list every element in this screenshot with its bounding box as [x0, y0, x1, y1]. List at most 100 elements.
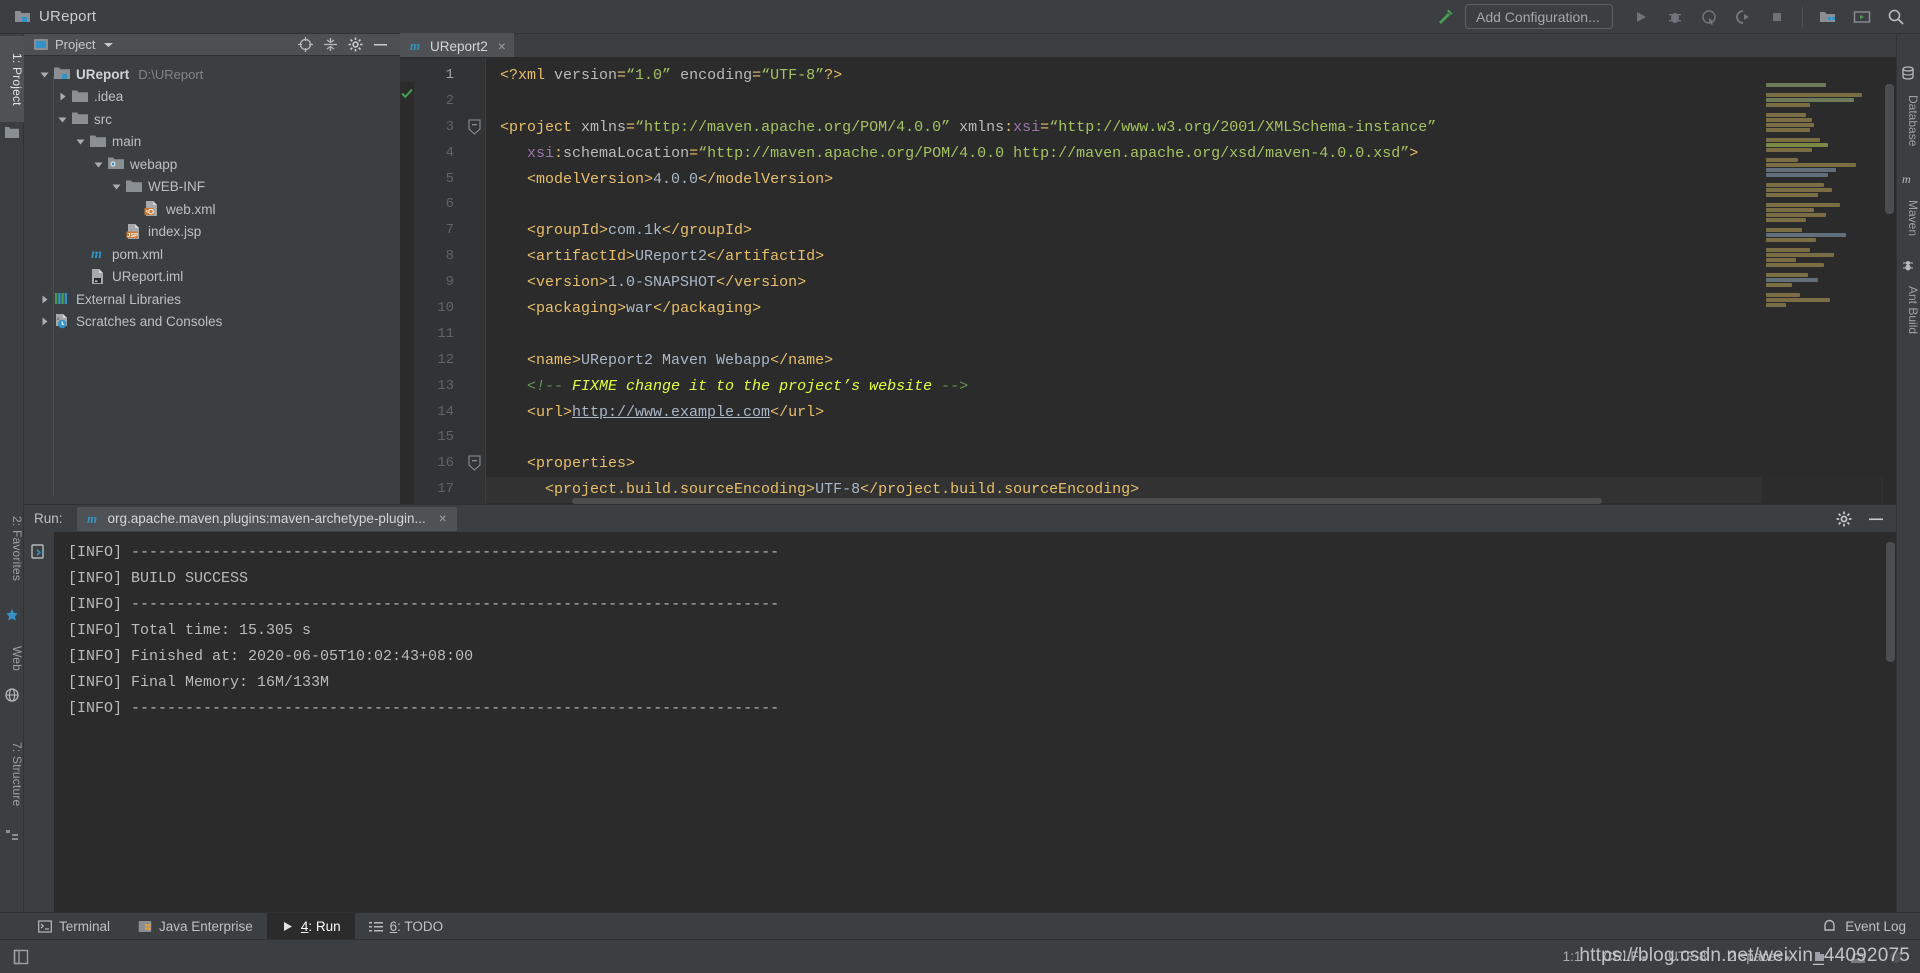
- web-tab-label: Web: [10, 646, 24, 672]
- right-tab-database[interactable]: Database: [1896, 84, 1920, 158]
- tree-node-web-inf[interactable]: WEB-INF: [24, 176, 400, 199]
- tree-node-ureport[interactable]: UReport D:\UReport: [24, 63, 400, 86]
- settings-icon[interactable]: [1836, 511, 1852, 527]
- code-token-link[interactable]: http://www.example.com: [572, 404, 770, 421]
- tree-node-pom-xml[interactable]: m pom.xml: [24, 243, 400, 266]
- collapse-all-icon[interactable]: [323, 37, 338, 52]
- code-line[interactable]: <modelVersion>4.0.0</modelVersion>: [486, 167, 1896, 193]
- open-terminal-icon[interactable]: [1848, 4, 1876, 30]
- sidebar-item-web[interactable]: Web: [0, 634, 24, 684]
- fold-cell[interactable]: [466, 115, 485, 141]
- stop-icon[interactable]: [1763, 4, 1791, 30]
- fold-collapse-icon[interactable]: [468, 455, 481, 472]
- locate-icon[interactable]: [298, 37, 313, 52]
- bottom-tab-run[interactable]: 4: Run: [266, 912, 355, 940]
- tree-node-main[interactable]: main: [24, 131, 400, 154]
- event-log-area[interactable]: Event Log: [1822, 919, 1920, 934]
- editor-vertical-scrollbar[interactable]: [1883, 82, 1896, 504]
- show-tool-windows-icon[interactable]: [12, 948, 30, 966]
- bottom-tab-terminal[interactable]: Terminal: [24, 913, 124, 940]
- tree-node-index-jsp[interactable]: JSP index.jsp: [24, 221, 400, 244]
- code-token-cmt: <!--: [527, 377, 573, 395]
- chevron-down-icon[interactable]: [92, 158, 105, 171]
- code-line[interactable]: <version>1.0-SNAPSHOT</version>: [486, 270, 1896, 296]
- code-token-val: “http://maven.apache.org/POM/4.0.0 http:…: [698, 144, 1410, 162]
- code-line[interactable]: <groupId>com.1k</groupId>: [486, 218, 1896, 244]
- right-tool-strip: Database m Maven Ant Build: [1896, 34, 1920, 939]
- code-line[interactable]: xsi:schemaLocation=“http://maven.apache.…: [486, 141, 1896, 167]
- minimap-line: [1766, 188, 1832, 192]
- hammer-icon[interactable]: [1431, 4, 1459, 30]
- sidebar-item-structure[interactable]: 7: Structure: [0, 724, 24, 824]
- bottom-tab-todo[interactable]: 6: TODO: [355, 913, 458, 940]
- code-line[interactable]: <properties>: [486, 451, 1896, 477]
- memory-indicator-icon[interactable]: [1850, 949, 1866, 965]
- chevron-down-icon[interactable]: [103, 41, 114, 49]
- close-icon[interactable]: ×: [439, 511, 447, 526]
- bottom-tab-java-enterprise[interactable]: Java Enterprise: [124, 913, 267, 940]
- code-line[interactable]: <packaging>war</packaging>: [486, 296, 1896, 322]
- project-tree[interactable]: UReport D:\UReport .idea src main webapp WEB-I…: [24, 56, 400, 504]
- scrollbar-thumb[interactable]: [1885, 84, 1894, 214]
- add-configuration-button[interactable]: Add Configuration...: [1465, 4, 1613, 29]
- chevron-down-icon[interactable]: [56, 113, 69, 126]
- debug-icon[interactable]: [1661, 4, 1689, 30]
- tree-node-external-libraries[interactable]: External Libraries: [24, 288, 400, 311]
- tree-node-ureport-iml[interactable]: UReport.iml: [24, 266, 400, 289]
- sidebar-item-project[interactable]: 1: Project: [0, 36, 24, 122]
- tree-node-label: main: [112, 134, 142, 150]
- chevron-down-icon[interactable]: [74, 135, 87, 148]
- right-tab-maven[interactable]: Maven: [1896, 190, 1920, 246]
- chevron-right-icon[interactable]: [56, 90, 69, 103]
- editor-tab-ureport2[interactable]: m UReport2 ×: [400, 33, 514, 57]
- code-editor[interactable]: 1 2 3 4 5 6 7 8 9 10 11 12 13 14 15 16 17 <?xml version=…: [400, 58, 1896, 504]
- code-line[interactable]: [486, 192, 1896, 218]
- hide-icon[interactable]: [1868, 511, 1884, 527]
- console-output[interactable]: [INFO] ---------------------------------…: [54, 532, 1896, 939]
- fold-collapse-icon[interactable]: [468, 119, 481, 135]
- notifications-icon[interactable]: [1888, 949, 1904, 965]
- chevron-down-icon[interactable]: [110, 180, 123, 193]
- chevron-right-icon[interactable]: [38, 315, 51, 328]
- code-line[interactable]: <!-- FIXME change it to the project’s we…: [486, 374, 1896, 400]
- chevron-right-icon[interactable]: [38, 293, 51, 306]
- code-line[interactable]: <project xmlns=“http://maven.apache.org/…: [486, 115, 1896, 141]
- tree-node-web-xml[interactable]: < web.xml: [24, 198, 400, 221]
- right-tab-ant-build[interactable]: Ant Build: [1896, 276, 1920, 344]
- console-vertical-scrollbar[interactable]: [1886, 542, 1895, 662]
- code-token-attr: schemaLocation: [563, 144, 690, 162]
- tree-node-scratches-and-consoles[interactable]: >_ Scratches and Consoles: [24, 311, 400, 334]
- code-line[interactable]: [486, 89, 1896, 115]
- fold-cell: [466, 63, 485, 89]
- code-line[interactable]: [486, 322, 1896, 348]
- editor-minimap[interactable]: [1762, 82, 1882, 504]
- code-line[interactable]: <url>http://www.example.com</url>: [486, 400, 1896, 426]
- caret-position[interactable]: 1:1: [1563, 949, 1582, 964]
- code-text[interactable]: <?xml version=“1.0” encoding=“UTF-8”?> <…: [486, 58, 1896, 504]
- project-structure-icon[interactable]: [1814, 4, 1842, 30]
- file-encoding[interactable]: UTF-8: [1668, 949, 1706, 964]
- search-everywhere-icon[interactable]: [1882, 4, 1910, 30]
- hide-icon[interactable]: [373, 37, 388, 52]
- sidebar-item-favorites[interactable]: 2: Favorites: [0, 494, 24, 604]
- tree-node-webapp[interactable]: webapp: [24, 153, 400, 176]
- fold-cell[interactable]: [466, 451, 485, 477]
- code-line[interactable]: <artifactId>UReport2</artifactId>: [486, 244, 1896, 270]
- run-profiler-icon[interactable]: [1729, 4, 1757, 30]
- code-line[interactable]: <?xml version=“1.0” encoding=“UTF-8”?>: [486, 63, 1896, 89]
- close-icon[interactable]: ×: [498, 38, 506, 54]
- run-icon[interactable]: [1627, 4, 1655, 30]
- run-configuration-tab[interactable]: m org.apache.maven.plugins:maven-archety…: [76, 506, 457, 531]
- git-branch-icon[interactable]: [1812, 949, 1828, 965]
- code-line[interactable]: <name>UReport2 Maven Webapp</name>: [486, 348, 1896, 374]
- settings-icon[interactable]: [348, 37, 363, 52]
- code-folding-gutter[interactable]: [466, 58, 486, 504]
- chevron-down-icon[interactable]: [38, 68, 51, 81]
- tree-node--idea[interactable]: .idea: [24, 86, 400, 109]
- tree-node-src[interactable]: src: [24, 108, 400, 131]
- print-layers-icon[interactable]: [29, 542, 49, 562]
- run-coverage-icon[interactable]: [1695, 4, 1723, 30]
- code-line[interactable]: [486, 425, 1896, 451]
- editor-tab-bar: m UReport2 ×: [400, 33, 1896, 58]
